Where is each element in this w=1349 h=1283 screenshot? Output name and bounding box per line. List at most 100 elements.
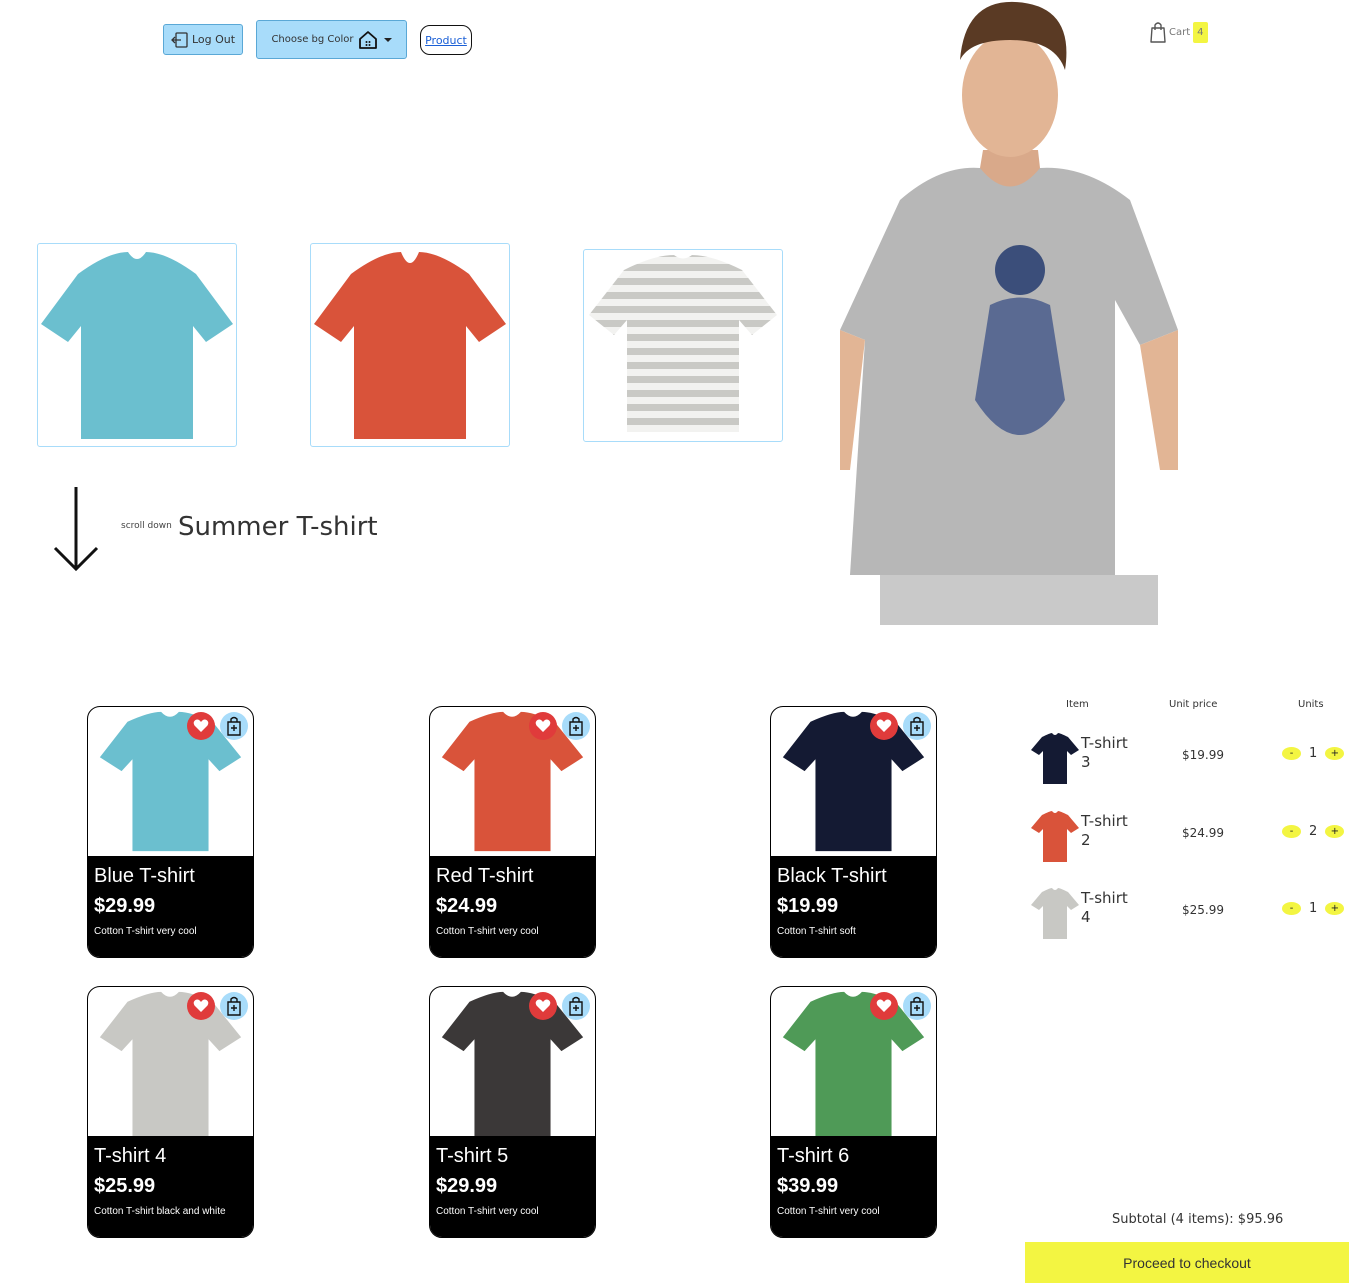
tshirt-image [41, 252, 233, 439]
cart-item-qty: 1 [1309, 746, 1318, 761]
favorite-button[interactable] [529, 992, 557, 1020]
product-name: T-shirt 5 [436, 1145, 509, 1167]
heart-icon [193, 719, 209, 732]
cart-header-units: Units [1298, 699, 1324, 710]
favorite-button[interactable] [870, 712, 898, 740]
bg-color-label: Choose bg Color [271, 34, 354, 45]
product-price: $39.99 [777, 1175, 839, 1197]
favorite-button[interactable] [529, 712, 557, 740]
product-info: T-shirt 4 $25.99 Cotton T-shirt black an… [88, 1136, 253, 1237]
shopping-bag-plus-icon [227, 716, 241, 736]
scroll-down-label: scroll down [121, 521, 172, 531]
product-price: $24.99 [436, 895, 498, 917]
cart-item-qty: 2 [1309, 824, 1318, 839]
cart-item-name: T-shirt 3 [1081, 734, 1128, 771]
product-description: Cotton T-shirt black and white [94, 1206, 226, 1217]
logout-button[interactable]: Log Out [163, 24, 243, 55]
cart-item-name: T-shirt 4 [1081, 889, 1128, 926]
product-card[interactable]: T-shirt 4 $25.99 Cotton T-shirt black an… [87, 986, 254, 1238]
chevron-down-icon [383, 37, 392, 42]
product-name: Black T-shirt [777, 865, 887, 887]
product-info: Black T-shirt $19.99 Cotton T-shirt soft [771, 856, 936, 957]
home-icon [358, 30, 377, 49]
hero-model-image [840, 1, 1178, 625]
checkout-button[interactable]: Proceed to checkout [1025, 1242, 1349, 1283]
add-to-cart-button[interactable] [903, 992, 931, 1020]
product-description: Cotton T-shirt very cool [94, 926, 197, 937]
product-info: T-shirt 5 $29.99 Cotton T-shirt very coo… [430, 1136, 595, 1237]
product-card[interactable]: Black T-shirt $19.99 Cotton T-shirt soft [770, 706, 937, 958]
product-card[interactable]: Blue T-shirt $29.99 Cotton T-shirt very … [87, 706, 254, 958]
heart-icon [193, 999, 209, 1012]
cart-item-price: $19.99 [1182, 748, 1224, 762]
product-name: T-shirt 6 [777, 1145, 850, 1167]
logout-icon [171, 31, 188, 48]
shopping-bag-plus-icon [227, 996, 241, 1016]
product-card[interactable]: T-shirt 5 $29.99 Cotton T-shirt very coo… [429, 986, 596, 1238]
favorite-button[interactable] [870, 992, 898, 1020]
product-info: Blue T-shirt $29.99 Cotton T-shirt very … [88, 856, 253, 957]
heart-icon [535, 719, 551, 732]
product-info: T-shirt 6 $39.99 Cotton T-shirt very coo… [771, 1136, 936, 1237]
add-to-cart-button[interactable] [562, 992, 590, 1020]
cart-row: T-shirt 2 $24.99 - 2 + [1020, 810, 1345, 870]
decrease-button[interactable]: - [1282, 902, 1301, 915]
add-to-cart-button[interactable] [903, 712, 931, 740]
decrease-button[interactable]: - [1282, 747, 1301, 760]
heart-icon [535, 999, 551, 1012]
cart-header-unit-price: Unit price [1169, 699, 1218, 710]
heart-icon [876, 999, 892, 1012]
bg-color-dropdown[interactable]: Choose bg Color [256, 20, 407, 59]
cart-item-qty: 1 [1309, 901, 1318, 916]
product-price: $29.99 [436, 1175, 498, 1197]
cart-count-badge: 4 [1193, 21, 1208, 43]
thumbnail-blue[interactable] [37, 243, 237, 447]
cart-item-price: $25.99 [1182, 903, 1224, 917]
product-price: $29.99 [94, 895, 156, 917]
favorite-button[interactable] [187, 712, 215, 740]
quantity-stepper: - 1 + [1282, 746, 1345, 761]
product-name: T-shirt 4 [94, 1145, 167, 1167]
cart-row: T-shirt 4 $25.99 - 1 + [1020, 887, 1345, 947]
logout-label: Log Out [191, 33, 236, 46]
product-description: Cotton T-shirt soft [777, 926, 856, 937]
shopping-bag-plus-icon [910, 716, 924, 736]
product-name: Red T-shirt [436, 865, 534, 887]
product-link[interactable]: Product [420, 25, 472, 55]
quantity-stepper: - 1 + [1282, 901, 1345, 916]
product-price: $25.99 [94, 1175, 156, 1197]
tshirt-image [314, 252, 506, 439]
increase-button[interactable]: + [1325, 825, 1345, 838]
increase-button[interactable]: + [1325, 747, 1345, 760]
thumbnail-striped[interactable] [583, 249, 783, 442]
product-description: Cotton T-shirt very cool [436, 1206, 539, 1217]
shopping-bag-plus-icon [910, 996, 924, 1016]
tshirt-image [589, 255, 777, 432]
arrow-down-icon [53, 487, 99, 572]
increase-button[interactable]: + [1325, 902, 1345, 915]
thumbnail-red[interactable] [310, 243, 510, 447]
product-description: Cotton T-shirt very cool [777, 1206, 880, 1217]
product-name: Blue T-shirt [94, 865, 195, 887]
cart-item-image [1031, 733, 1079, 784]
favorite-button[interactable] [187, 992, 215, 1020]
cart-item-name: T-shirt 2 [1081, 812, 1128, 849]
quantity-stepper: - 2 + [1282, 824, 1345, 839]
heart-icon [876, 719, 892, 732]
product-card[interactable]: T-shirt 6 $39.99 Cotton T-shirt very coo… [770, 986, 937, 1238]
cart-header-item: Item [1066, 699, 1089, 710]
cart-item-image [1031, 811, 1079, 862]
shopping-bag-plus-icon [569, 996, 583, 1016]
decrease-button[interactable]: - [1282, 825, 1301, 838]
shopping-bag-plus-icon [569, 716, 583, 736]
cart-item-image [1031, 888, 1079, 939]
add-to-cart-button[interactable] [220, 992, 248, 1020]
subtotal-text: Subtotal (4 items): $95.96 [1112, 1212, 1284, 1227]
add-to-cart-button[interactable] [220, 712, 248, 740]
add-to-cart-button[interactable] [562, 712, 590, 740]
cart-row: T-shirt 3 $19.99 - 1 + [1020, 732, 1345, 792]
cart-item-price: $24.99 [1182, 826, 1224, 840]
product-card[interactable]: Red T-shirt $24.99 Cotton T-shirt very c… [429, 706, 596, 958]
product-info: Red T-shirt $24.99 Cotton T-shirt very c… [430, 856, 595, 957]
page-title: Summer T-shirt [178, 512, 378, 542]
